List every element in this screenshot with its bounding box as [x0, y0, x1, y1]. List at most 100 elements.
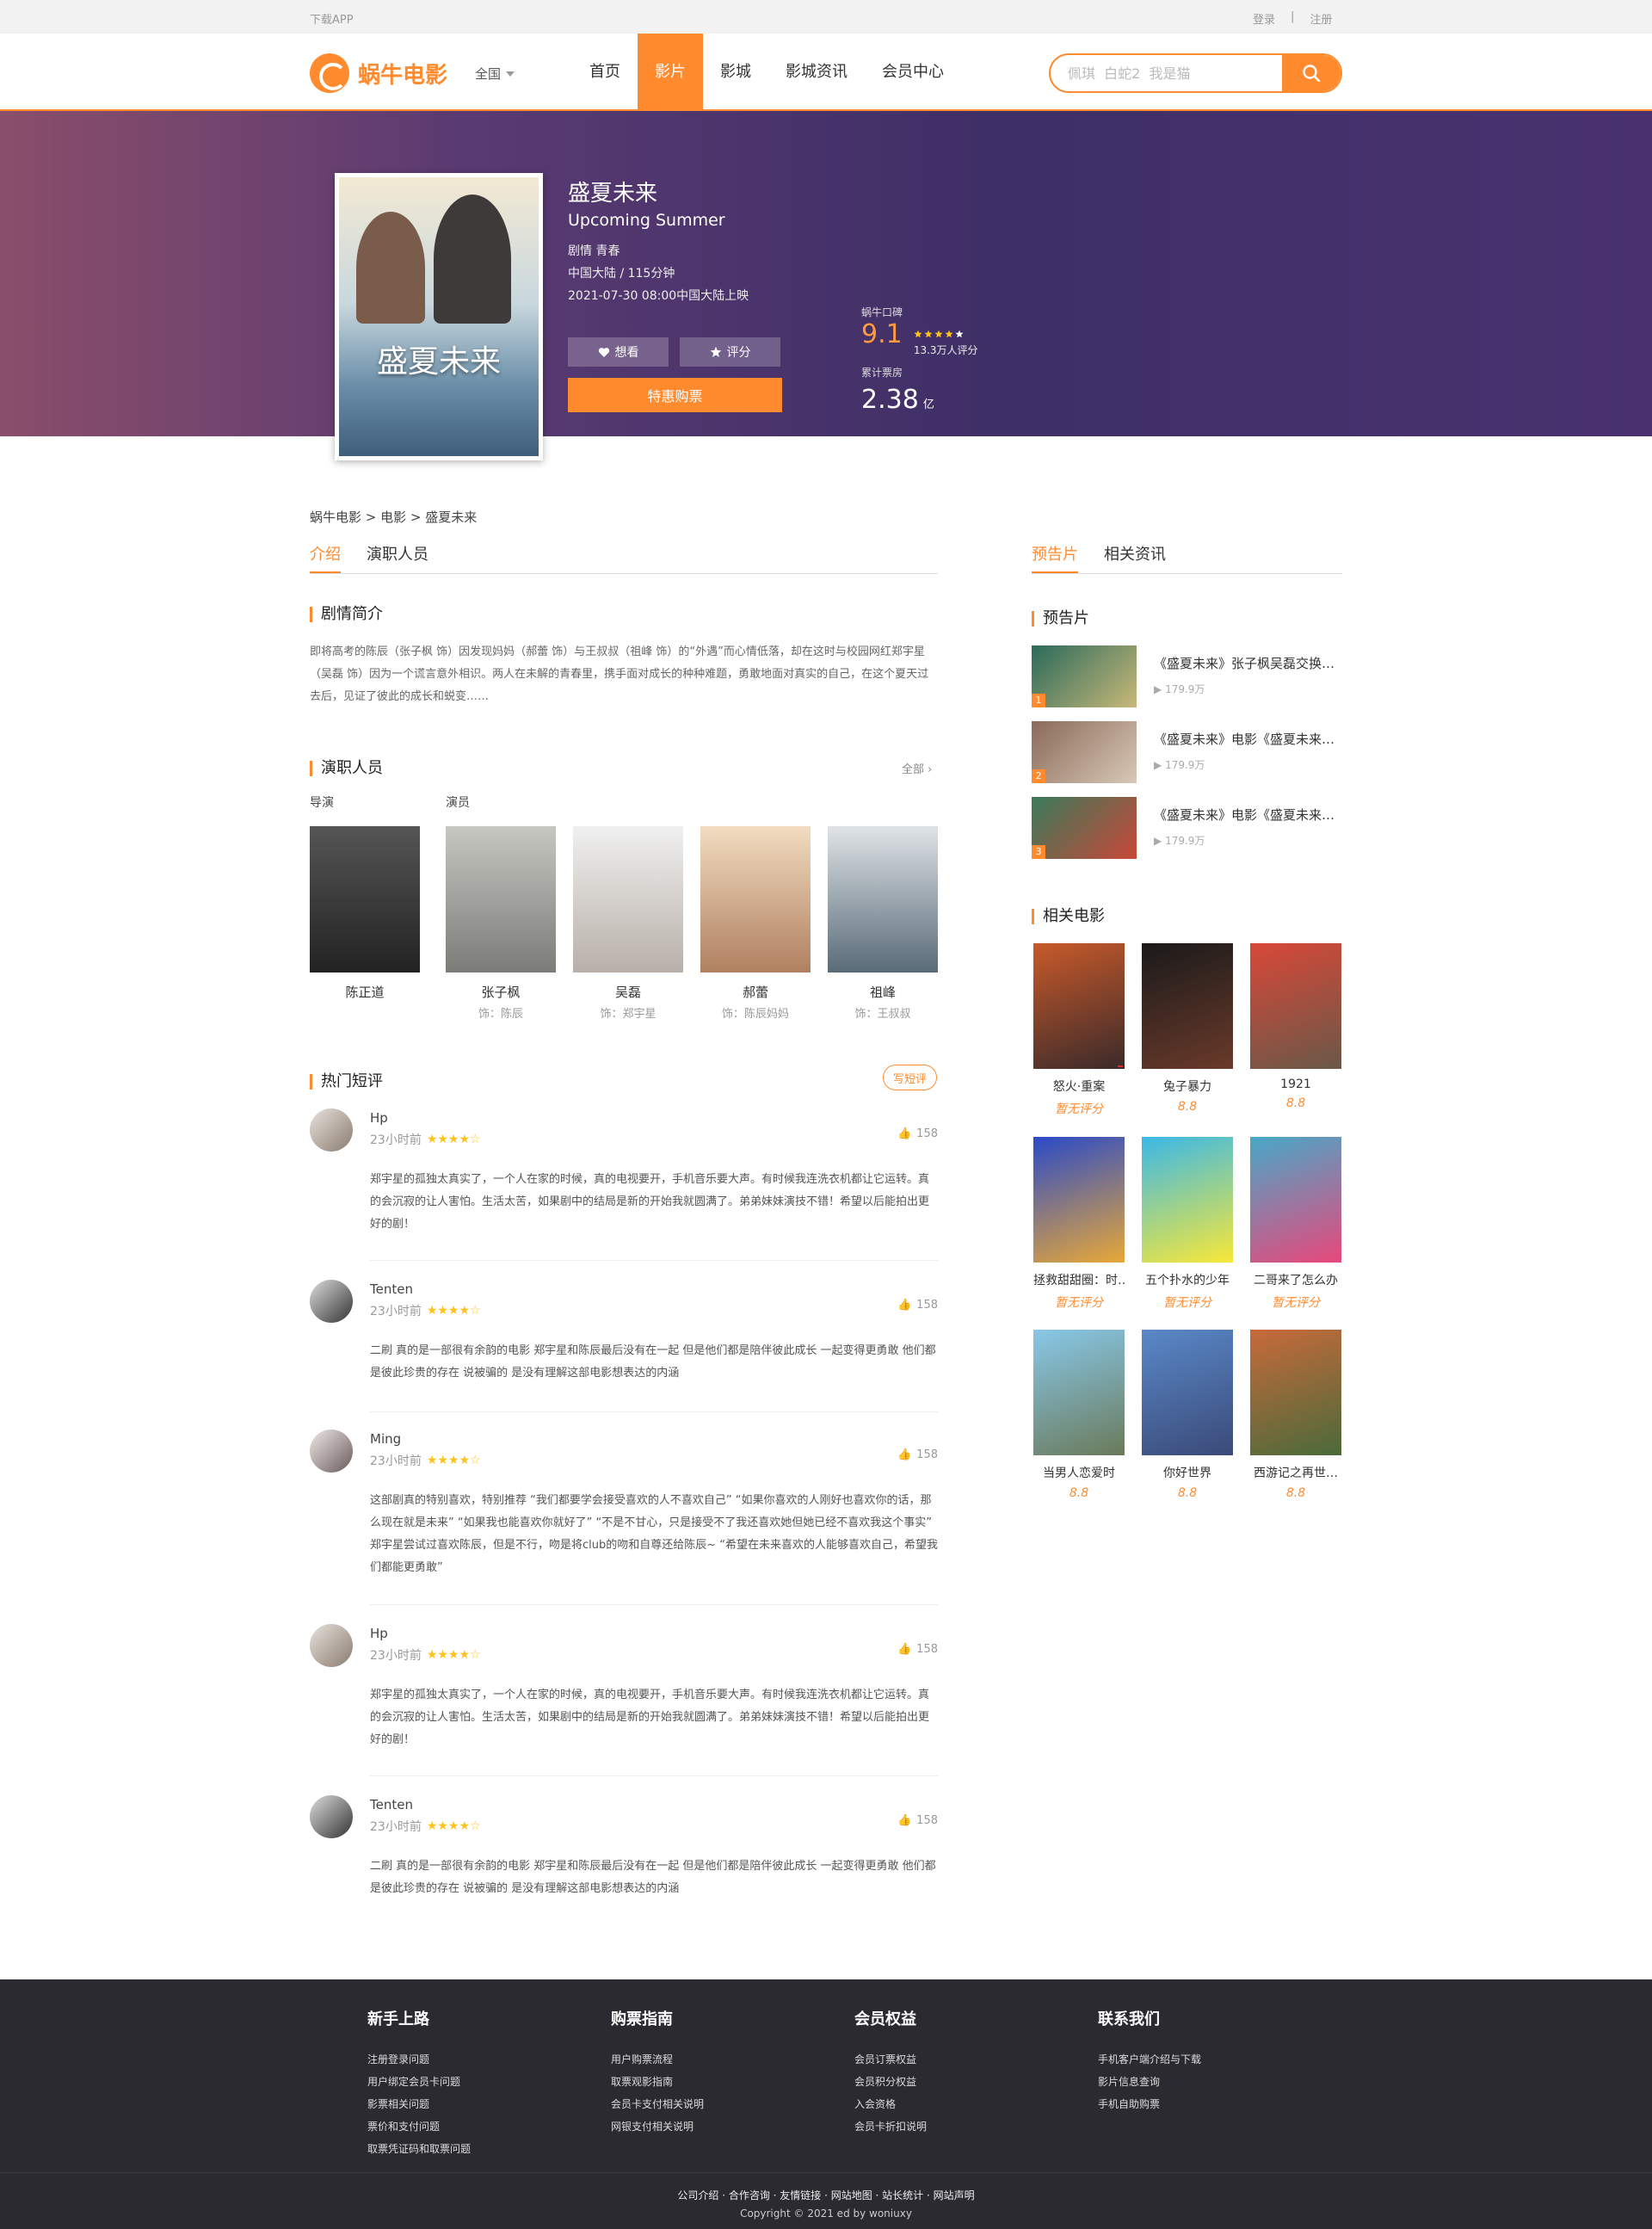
cast-member[interactable]: 张子枫 饰：陈辰: [446, 826, 556, 1021]
cast-role: 饰：郑宇星: [600, 1008, 656, 1021]
footer-col-title: 购票指南: [611, 2010, 673, 2028]
movie-poster-thumb: [1142, 1137, 1233, 1263]
play-icon: ▶: [1154, 835, 1162, 847]
footer-link[interactable]: 注册登录问题: [367, 2048, 471, 2071]
sidebar-tabs: 预告片 相关资讯: [1032, 542, 1342, 574]
movie-poster-thumb: [1250, 1137, 1341, 1263]
related-movie-name: 五个扑水的少年: [1145, 1274, 1230, 1287]
footer-divider: [0, 2172, 1652, 2173]
avatar[interactable]: [310, 1795, 353, 1838]
buy-ticket-button[interactable]: 特惠购票: [568, 378, 782, 412]
review-user[interactable]: Tenten: [370, 1797, 413, 1812]
footer-link[interactable]: 影票相关问题: [367, 2093, 471, 2115]
related-movie[interactable]: 怒火·重案 暂无评分: [1033, 943, 1125, 1117]
like-button[interactable]: 👍 158: [897, 1814, 938, 1827]
footer-link[interactable]: 票价和支付问题: [367, 2115, 471, 2138]
footer-link[interactable]: 网银支付相关说明: [611, 2115, 704, 2138]
footer-link[interactable]: 用户绑定会员卡问题: [367, 2071, 471, 2093]
related-movie-name: 你好世界: [1163, 1466, 1211, 1480]
poster-figure: [356, 212, 425, 324]
review-user[interactable]: Tenten: [370, 1281, 413, 1297]
related-movie-name: 1921: [1280, 1077, 1311, 1091]
movie-poster-thumb: [1142, 1330, 1233, 1455]
footer-link[interactable]: 会员积分权益: [854, 2071, 927, 2093]
copyright: Copyright © 2021 ed by woniuxy: [740, 2207, 912, 2220]
write-review-button[interactable]: 写短评: [883, 1065, 937, 1090]
movie-poster-thumb: [1250, 1330, 1341, 1455]
site-header: 蜗牛电影 全国 首页 影片 影城 影城资讯 会员中心: [0, 34, 1652, 111]
tab-intro[interactable]: 介绍: [310, 542, 341, 573]
footer-link[interactable]: 会员卡折扣说明: [854, 2115, 927, 2138]
register-link[interactable]: 注册: [1310, 10, 1332, 27]
related-movie[interactable]: 西游记之再世… 8.8: [1250, 1330, 1341, 1500]
related-movie[interactable]: 五个扑水的少年 暂无评分: [1142, 1137, 1233, 1311]
footer-link[interactable]: 手机自助购票: [1098, 2093, 1201, 2115]
avatar[interactable]: [310, 1108, 353, 1152]
review-user[interactable]: Hp: [370, 1626, 388, 1641]
like-button[interactable]: 👍 158: [897, 1299, 938, 1312]
review-stars-icon: ★★★★☆: [426, 1648, 481, 1662]
tab-news[interactable]: 相关资讯: [1104, 542, 1166, 573]
related-movie[interactable]: 二哥来了怎么办 暂无评分: [1250, 1137, 1341, 1311]
login-link[interactable]: 登录: [1253, 10, 1275, 27]
footer-link[interactable]: 影片信息查询: [1098, 2071, 1201, 2093]
trailer-item[interactable]: 1 《盛夏未来》张子枫吴磊交换… ▶ 179.9万: [1032, 645, 1342, 707]
search-button[interactable]: [1282, 55, 1341, 91]
trailer-item[interactable]: 2 《盛夏未来》电影《盛夏未来… ▶ 179.9万: [1032, 721, 1342, 783]
related-movie[interactable]: 1921 8.8: [1250, 943, 1341, 1110]
download-app-link[interactable]: 下载APP: [310, 10, 354, 27]
nav-cinema-news[interactable]: 影城资讯: [768, 34, 865, 111]
cast-member[interactable]: 吴磊 饰：郑宇星: [573, 826, 683, 1021]
search-input[interactable]: [1051, 55, 1283, 91]
footer-link[interactable]: 取票观影指南: [611, 2071, 704, 2093]
related-movie[interactable]: 拯救甜甜圈：时… 暂无评分: [1033, 1137, 1125, 1311]
footer-link[interactable]: 会员订票权益: [854, 2048, 927, 2071]
like-button[interactable]: 👍 158: [897, 1643, 938, 1656]
footer-link[interactable]: 用户购票流程: [611, 2048, 704, 2071]
nav-cinemas[interactable]: 影城: [703, 34, 768, 111]
cast-more-link[interactable]: 全部 ›: [902, 760, 932, 776]
related-movie[interactable]: 当男人恋爱时 8.8: [1033, 1330, 1125, 1500]
like-button[interactable]: 👍 158: [897, 1127, 938, 1140]
rate-button[interactable]: 评分: [680, 337, 780, 367]
footer-col-title: 会员权益: [854, 2010, 916, 2028]
review-user[interactable]: Hp: [370, 1110, 388, 1126]
related-movie[interactable]: 兔子暴力 8.8: [1142, 943, 1233, 1114]
footer-link[interactable]: 会员卡支付相关说明: [611, 2093, 704, 2115]
avatar[interactable]: [310, 1429, 353, 1473]
star-rating-icon: [914, 330, 964, 338]
avatar[interactable]: [310, 1624, 353, 1667]
search-box: [1049, 53, 1342, 93]
site-logo[interactable]: 蜗牛电影: [310, 53, 447, 93]
tab-cast[interactable]: 演职人员: [367, 542, 428, 573]
review-text: 二刷 真的是一部很有余韵的电影 郑宇星和陈辰最后没有在一起 但是他们都是陪伴彼此…: [370, 1344, 936, 1380]
breadcrumb[interactable]: 蜗牛电影 > 电影 > 盛夏未来: [310, 508, 477, 526]
footer-links[interactable]: 公司介绍 · 合作咨询 · 友情链接 · 网站地图 · 站长统计 · 网站声明: [0, 2188, 1652, 2202]
footer-link[interactable]: 手机客户端介绍与下载: [1098, 2048, 1201, 2071]
cast-role: 饰：陈辰妈妈: [721, 1008, 789, 1021]
footer-link[interactable]: 入会资格: [854, 2093, 927, 2115]
want-to-see-button[interactable]: 想看: [568, 337, 669, 367]
more-label: 全部: [902, 763, 925, 776]
nav-movies[interactable]: 影片: [638, 34, 703, 111]
actor-label: 演员: [446, 796, 470, 810]
nav-member-center[interactable]: 会员中心: [865, 34, 961, 111]
nav-home[interactable]: 首页: [572, 34, 638, 111]
cast-member[interactable]: 郝蕾 饰：陈辰妈妈: [700, 826, 811, 1021]
like-button[interactable]: 👍 158: [897, 1448, 938, 1461]
cast-member[interactable]: 祖峰 饰：王叔叔: [828, 826, 938, 1021]
avatar[interactable]: [310, 1280, 353, 1323]
poster-figure: [434, 194, 511, 324]
review-time: 23小时前: [370, 1133, 422, 1147]
footer-link[interactable]: 取票凭证码和取票问题: [367, 2138, 471, 2160]
related-movie[interactable]: 你好世界 8.8: [1142, 1330, 1233, 1500]
city-label: 全国: [475, 66, 502, 82]
tab-trailer[interactable]: 预告片: [1032, 542, 1078, 573]
related-movie-name: 怒火·重案: [1052, 1080, 1106, 1094]
trailer-item[interactable]: 3 《盛夏未来》电影《盛夏未来… ▶ 179.9万: [1032, 797, 1342, 859]
city-selector[interactable]: 全国: [475, 65, 515, 83]
cast-member[interactable]: 陈正道: [310, 826, 420, 1004]
review-user[interactable]: Ming: [370, 1431, 401, 1447]
cast-photo: [700, 826, 811, 972]
movie-poster-thumb: [1250, 943, 1341, 1069]
